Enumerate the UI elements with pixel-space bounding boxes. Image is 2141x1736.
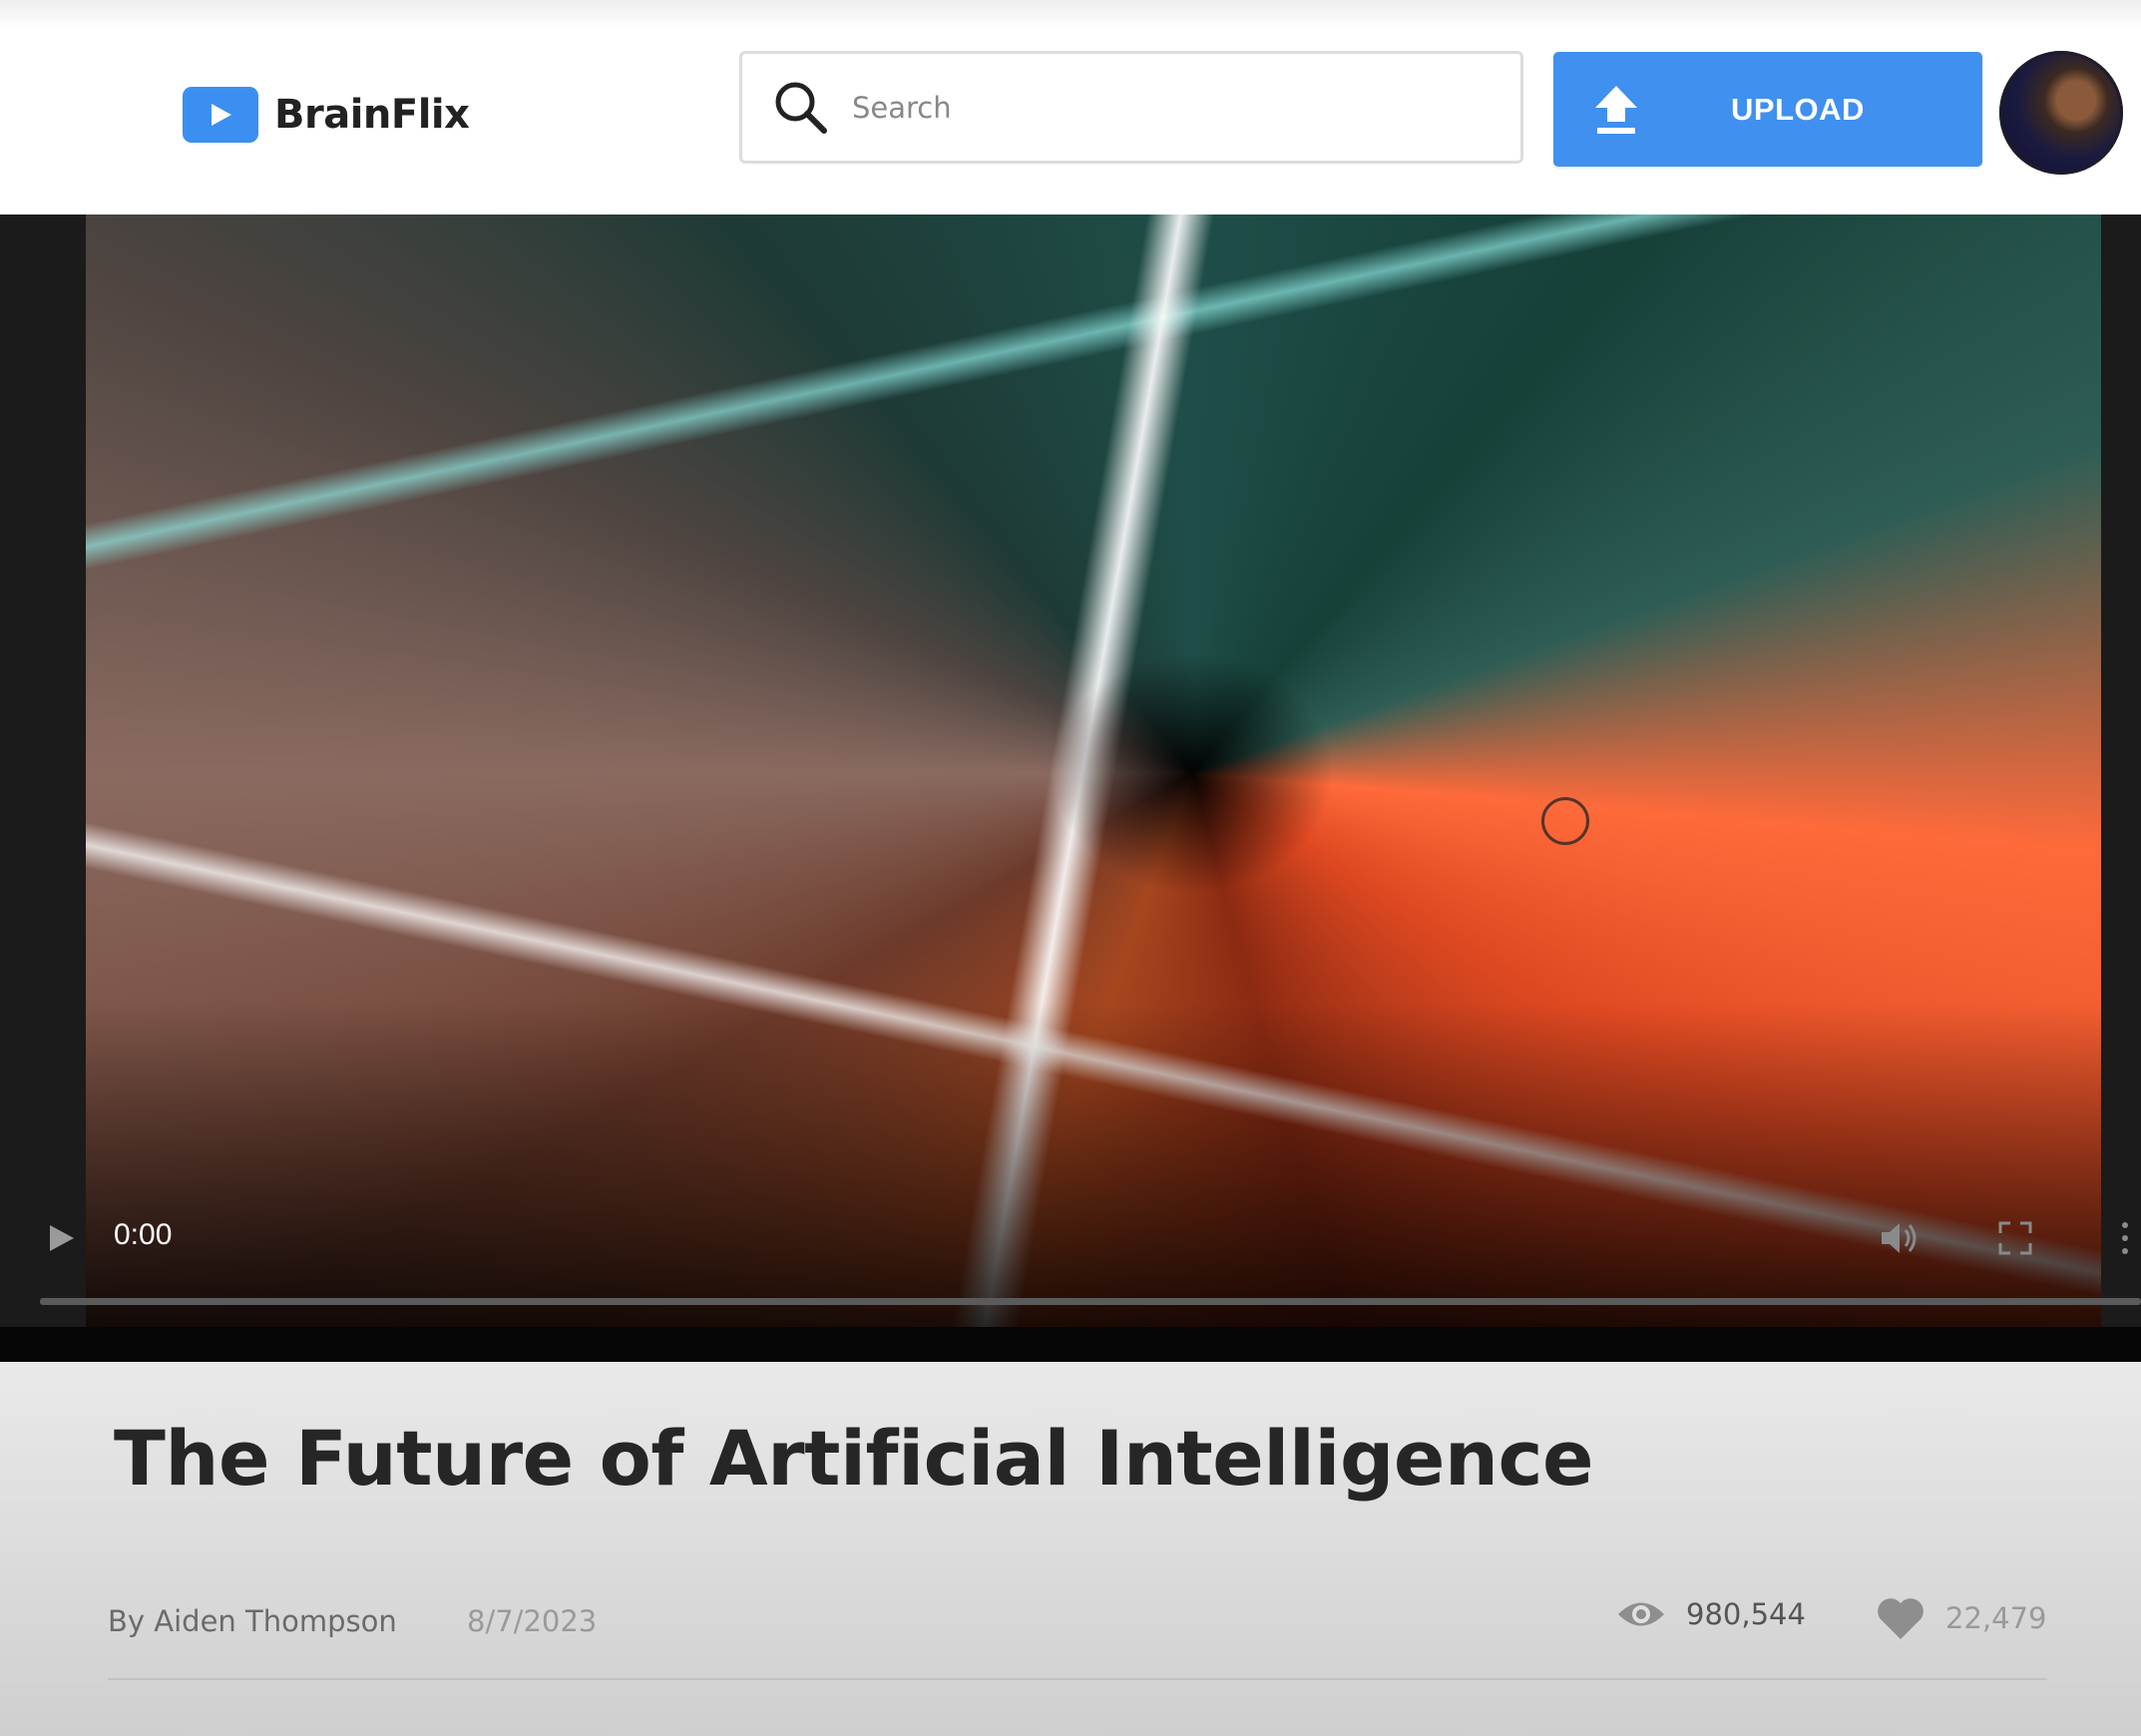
video-info: The Future of Artificial Intelligence By… — [0, 1362, 2141, 1736]
player-bottom-strip — [0, 1327, 2141, 1362]
upload-icon — [1595, 85, 1637, 134]
search-icon — [775, 82, 827, 134]
video-author: By Aiden Thompson — [108, 1604, 397, 1638]
fullscreen-icon[interactable] — [1994, 1217, 2036, 1259]
eye-icon — [1618, 1602, 1664, 1626]
upload-label: UPLOAD — [1731, 91, 1865, 127]
heart-icon[interactable] — [1876, 1595, 1926, 1641]
likes-count: 22,479 — [1945, 1601, 2047, 1635]
more-vertical-icon[interactable] — [2115, 1217, 2135, 1259]
volume-icon[interactable] — [1876, 1215, 1922, 1261]
user-avatar[interactable] — [1999, 51, 2123, 175]
progress-bar[interactable] — [40, 1298, 2141, 1305]
brand-name: BrainFlix — [274, 92, 470, 138]
search-bar[interactable] — [739, 51, 1523, 164]
header: BrainFlix UPLOAD — [0, 0, 2141, 215]
video-player[interactable]: 0:00 — [0, 215, 2141, 1362]
video-date: 8/7/2023 — [467, 1604, 598, 1638]
search-input[interactable] — [850, 89, 1493, 126]
current-time: 0:00 — [114, 1218, 173, 1251]
divider — [108, 1678, 2047, 1680]
views-count: 980,544 — [1686, 1597, 1806, 1631]
cursor-indicator — [1541, 797, 1589, 845]
play-icon[interactable] — [44, 1221, 78, 1255]
video-title: The Future of Artificial Intelligence — [114, 1414, 1594, 1503]
video-frame[interactable] — [86, 215, 2101, 1332]
views-stat: 980,544 — [1616, 1597, 1806, 1631]
play-logo-icon — [183, 87, 258, 143]
upload-button[interactable]: UPLOAD — [1553, 52, 1982, 167]
brand-logo[interactable]: BrainFlix — [183, 87, 470, 143]
likes-stat[interactable]: 22,479 — [1876, 1595, 2046, 1641]
